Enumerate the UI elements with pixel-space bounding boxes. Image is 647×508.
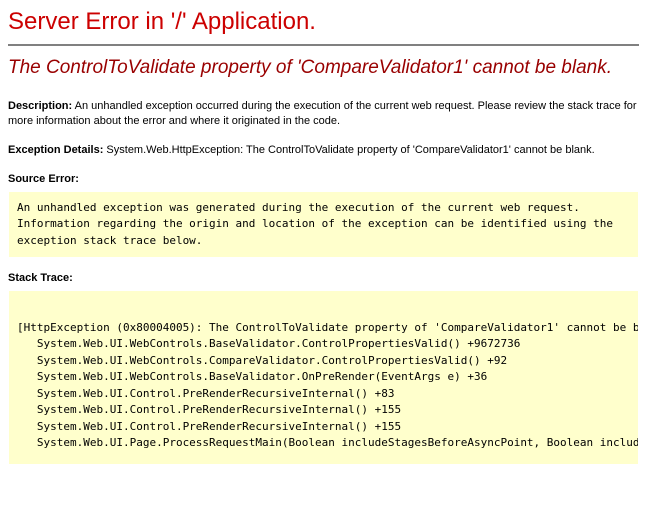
source-error-block: An unhandled exception was generated dur… <box>8 191 639 259</box>
title-divider <box>8 44 639 46</box>
source-error-label: Source Error: <box>8 173 79 185</box>
description-text: An unhandled exception occurred during t… <box>8 100 637 127</box>
description-label: Description: <box>8 100 72 112</box>
page-title: Server Error in '/' Application. <box>8 8 639 36</box>
description-section: Description: An unhandled exception occu… <box>8 99 639 130</box>
stack-trace-block: [HttpException (0x80004005): The Control… <box>8 290 639 465</box>
exception-label: Exception Details: <box>8 144 103 156</box>
stack-trace-label-row: Stack Trace: <box>8 272 639 284</box>
exception-section: Exception Details: System.Web.HttpExcept… <box>8 143 639 158</box>
stack-trace-label: Stack Trace: <box>8 272 73 284</box>
exception-text: System.Web.HttpException: The ControlToV… <box>106 144 594 156</box>
source-error-label-row: Source Error: <box>8 173 639 185</box>
error-heading: The ControlToValidate property of 'Compa… <box>8 56 639 81</box>
